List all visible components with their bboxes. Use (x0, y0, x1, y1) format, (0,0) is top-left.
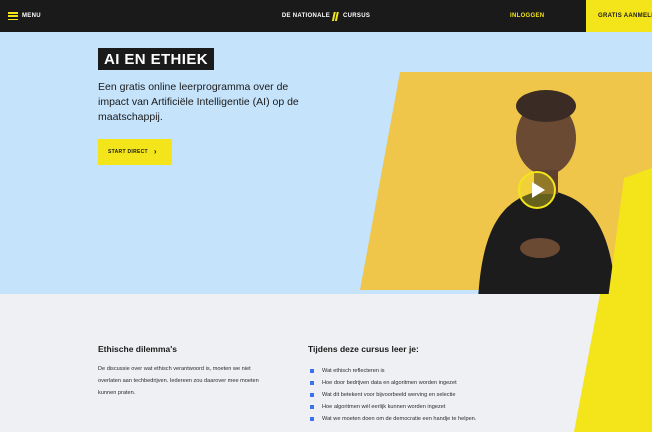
start-direct-button[interactable]: START DIRECT › (98, 139, 172, 165)
start-direct-label: START DIRECT (108, 149, 148, 155)
menu-label: MENU (22, 13, 41, 19)
list-item: Hoe algoritmen wél eerlijk kunnen worden… (308, 401, 476, 413)
list-item: Hoe door bedrijven data en algoritmen wo… (308, 377, 476, 389)
brand-logo[interactable]: DE NATIONALE CURSUS (282, 0, 370, 32)
dilemma-text: De discussie over wat ethisch verantwoor… (98, 366, 259, 396)
signup-button[interactable]: GRATIS AANMELD (586, 0, 652, 32)
list-item: Wat ethisch reflecteren is (308, 365, 476, 377)
brand-logo-icon (332, 11, 340, 21)
hero-title: AI EN ETHIEK (98, 48, 214, 70)
dilemma-heading: Ethische dilemma's (98, 344, 178, 354)
hero-description: Een gratis online leerprogramma over de … (98, 81, 299, 123)
list-item: Wat dit betekent voor bijvoorbeeld wervi… (308, 389, 476, 401)
brand-suffix: CURSUS (343, 13, 371, 19)
menu-button[interactable]: MENU (8, 0, 41, 32)
learn-heading: Tijdens deze cursus leer je: (308, 344, 419, 354)
hamburger-icon (8, 12, 18, 20)
play-icon (532, 182, 545, 198)
chevron-right-icon: › (153, 147, 157, 156)
top-navigation: MENU DE NATIONALE CURSUS INLOGGEN GRATIS… (0, 0, 652, 32)
login-link[interactable]: INLOGGEN (510, 0, 544, 32)
play-button[interactable] (518, 171, 556, 209)
learn-list: Wat ethisch reflecteren is Hoe door bedr… (308, 365, 476, 425)
brand-label: DE NATIONALE (281, 13, 331, 19)
list-item: Wat we moeten doen om de democratie een … (308, 413, 476, 425)
